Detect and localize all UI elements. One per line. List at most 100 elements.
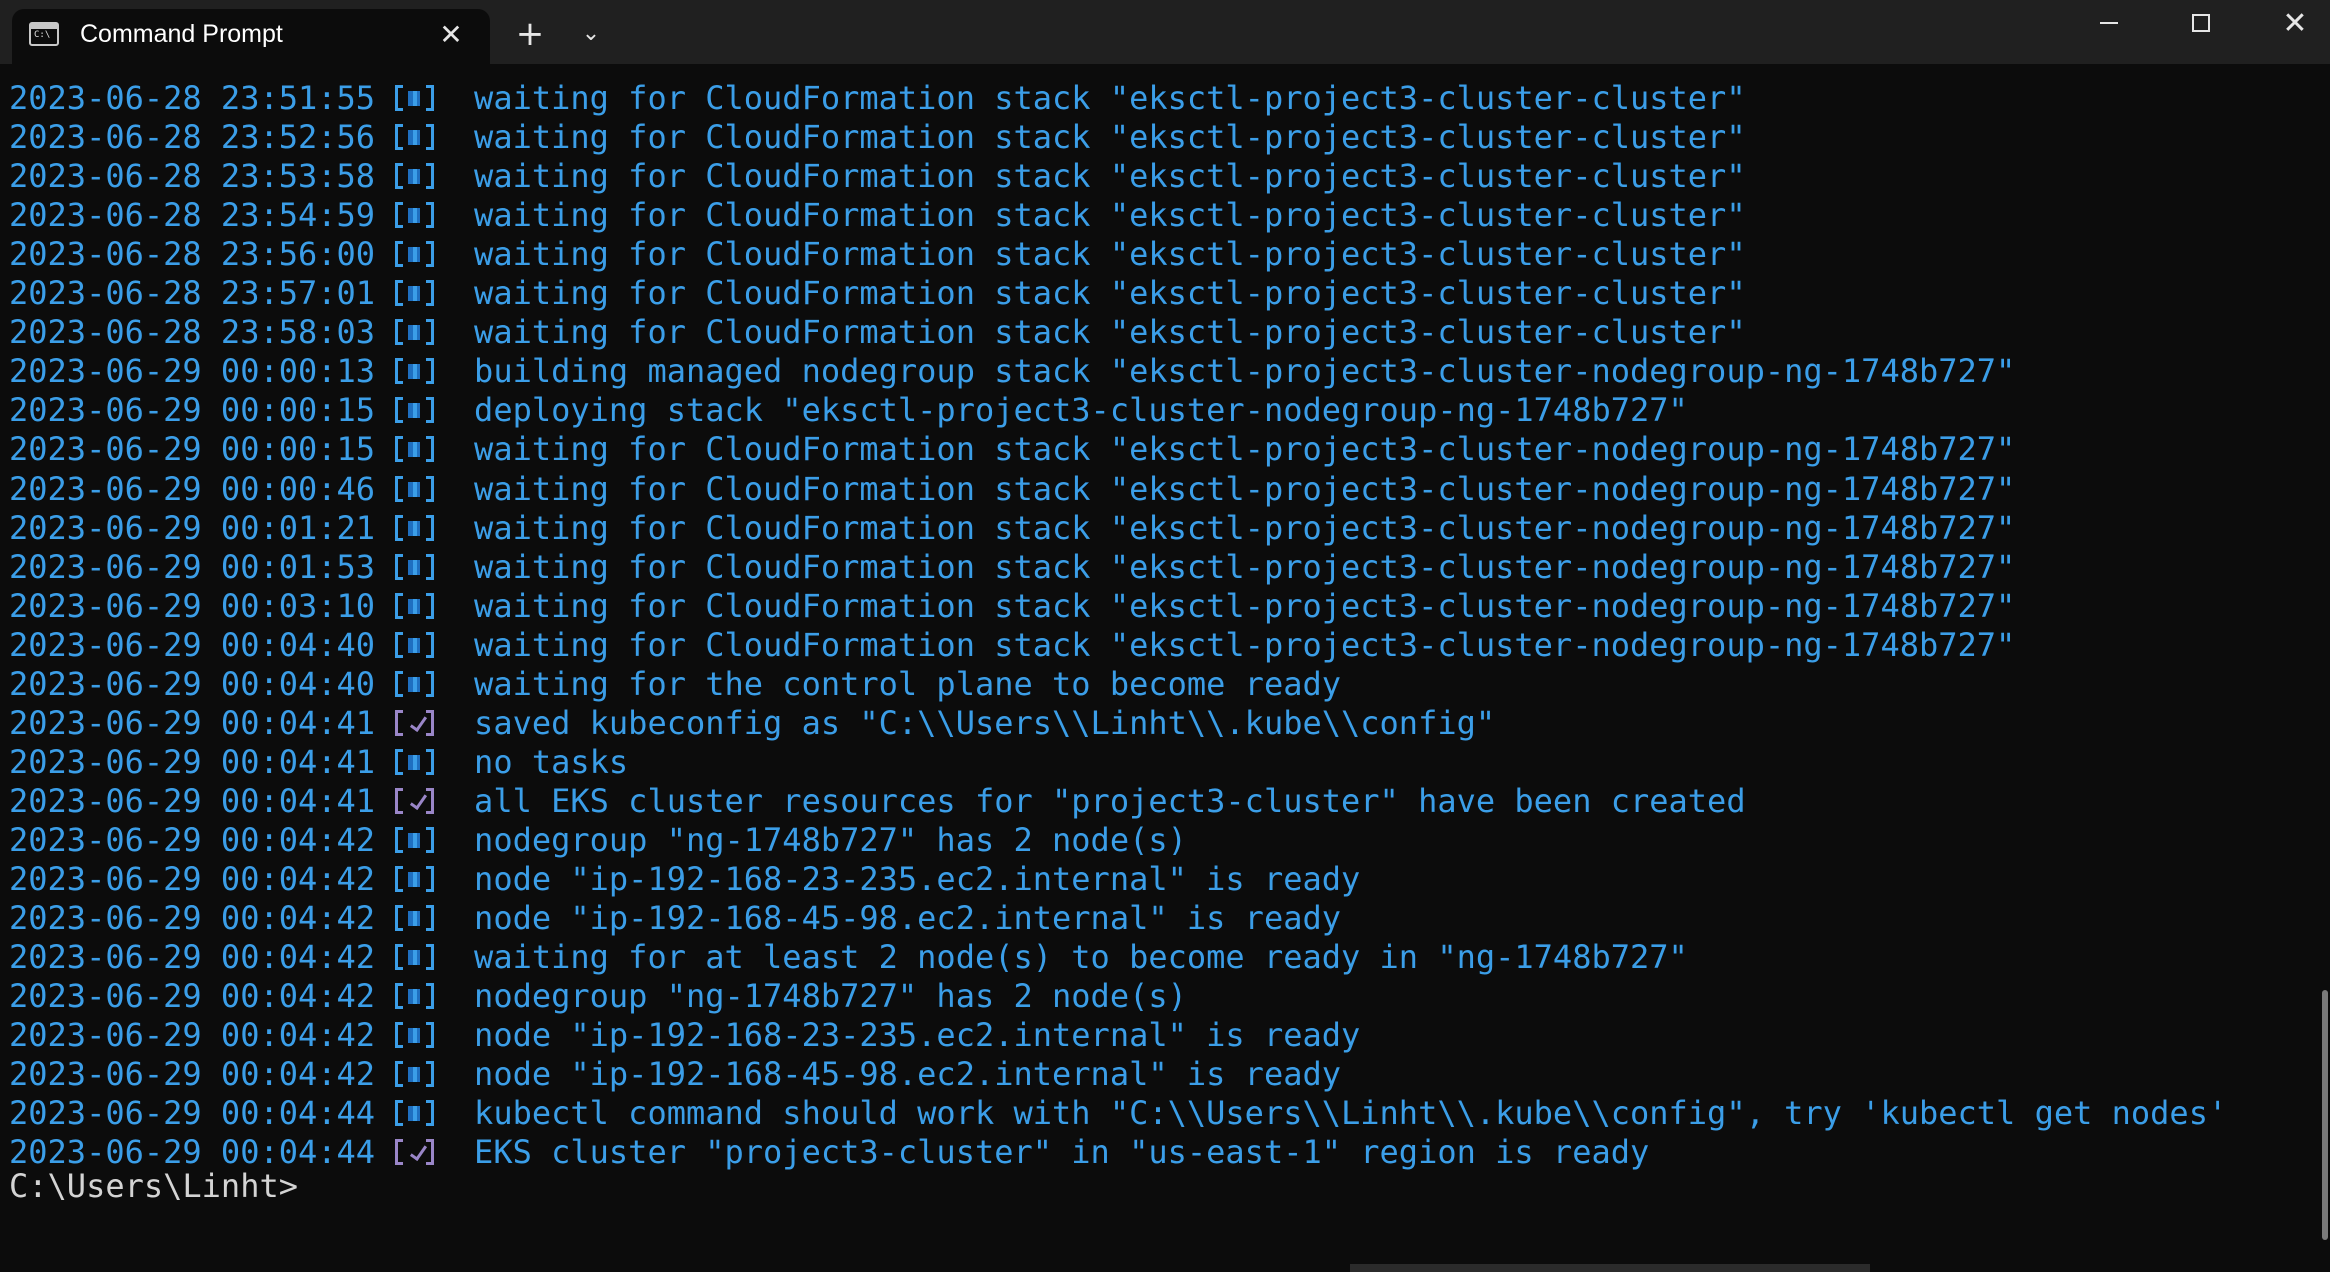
log-line: 2023-06-28 23:53:58 waiting for CloudForm… — [9, 157, 1746, 196]
log-timestamp: 2023-06-29 00:04:40 — [9, 664, 376, 703]
close-tab-icon[interactable]: ✕ — [434, 18, 468, 52]
log-line: 2023-06-29 00:04:41 no tasks — [9, 743, 628, 782]
log-timestamp: 2023-06-28 23:58:03 — [9, 313, 376, 352]
log-timestamp: 2023-06-29 00:04:42 — [9, 860, 376, 898]
vertical-scrollbar[interactable] — [2322, 990, 2328, 1240]
maximize-button[interactable] — [2176, 0, 2228, 48]
info-icon — [393, 981, 436, 1011]
log-line: 2023-06-29 00:04:42 node "ip-192-168-45-9… — [9, 899, 1341, 938]
log-timestamp: 2023-06-29 00:04:42 — [9, 938, 376, 977]
log-timestamp: 2023-06-29 00:00:15 — [9, 430, 376, 469]
log-message: waiting for CloudFormation stack "eksctl… — [474, 313, 1746, 352]
log-line: 2023-06-29 00:04:40 waiting for CloudForm… — [9, 626, 2015, 665]
terminal-output[interactable]: 2023-06-28 23:51:55 waiting for CloudForm… — [0, 64, 2322, 1268]
log-message: waiting for CloudFormation stack "eksctl… — [474, 118, 1746, 157]
log-timestamp: 2023-06-29 00:04:40 — [9, 625, 376, 664]
info-icon — [393, 630, 436, 660]
info-icon — [393, 903, 436, 933]
log-timestamp: 2023-06-29 00:03:10 — [9, 586, 376, 625]
log-line: 2023-06-29 00:04:42 node "ip-192-168-23-2… — [9, 1016, 1360, 1055]
log-message: waiting for at least 2 node(s) to become… — [474, 938, 1688, 977]
info-icon — [393, 161, 436, 191]
log-line: 2023-06-29 00:04:42 nodegroup "ng-1748b72… — [9, 821, 1187, 860]
info-icon — [393, 395, 436, 425]
log-timestamp: 2023-06-29 00:01:21 — [9, 508, 376, 547]
log-timestamp: 2023-06-29 00:04:42 — [9, 1055, 376, 1094]
checkmark-icon — [393, 786, 436, 816]
info-icon — [393, 278, 436, 308]
log-line: 2023-06-29 00:04:42 nodegroup "ng-1748b72… — [9, 977, 1187, 1016]
log-message: node "ip-192-168-45-98.ec2.internal" is … — [474, 899, 1341, 938]
log-timestamp: 2023-06-29 00:04:42 — [9, 977, 376, 1016]
log-timestamp: 2023-06-28 23:54:59 — [9, 196, 376, 235]
log-message: waiting for CloudFormation stack "eksctl… — [474, 157, 1746, 196]
log-timestamp: 2023-06-28 23:57:01 — [9, 274, 376, 313]
log-timestamp: 2023-06-29 00:00:46 — [9, 469, 376, 508]
new-tab-button[interactable]: + — [510, 14, 550, 54]
close-window-button[interactable]: ✕ — [2270, 0, 2320, 48]
info-icon — [393, 747, 436, 777]
log-message: waiting for CloudFormation stack "eksctl… — [474, 469, 2016, 508]
log-message: waiting for CloudFormation stack "eksctl… — [474, 235, 1746, 274]
log-timestamp: 2023-06-29 00:04:41 — [9, 703, 376, 742]
info-icon — [393, 552, 436, 582]
info-icon — [393, 434, 436, 464]
info-icon — [393, 1098, 436, 1128]
log-line: 2023-06-29 00:03:10 waiting for CloudForm… — [9, 587, 2015, 626]
terminal-icon: C:\ — [29, 22, 59, 46]
log-message: node "ip-192-168-23-235.ec2.internal" is… — [474, 1016, 1361, 1055]
log-timestamp: 2023-06-29 00:04:44 — [9, 1094, 376, 1133]
log-timestamp: 2023-06-29 00:04:42 — [9, 820, 376, 859]
background-window-strip — [1350, 1264, 1870, 1272]
info-icon — [393, 317, 436, 347]
log-timestamp: 2023-06-29 00:00:13 — [9, 352, 376, 391]
info-icon — [393, 1020, 436, 1050]
log-line: 2023-06-29 00:04:42 node "ip-192-168-45-9… — [9, 1055, 1341, 1094]
log-timestamp: 2023-06-28 23:52:56 — [9, 118, 376, 157]
minimize-button[interactable] — [2080, 0, 2138, 48]
log-message: nodegroup "ng-1748b727" has 2 node(s) — [474, 820, 1187, 859]
log-timestamp: 2023-06-29 00:01:53 — [9, 547, 376, 586]
chevron-down-icon[interactable]: ⌄ — [574, 14, 608, 54]
tab-command-prompt[interactable]: C:\ Command Prompt ✕ — [12, 9, 490, 64]
info-icon — [393, 1059, 436, 1089]
log-line: 2023-06-28 23:51:55 waiting for CloudForm… — [9, 79, 1746, 118]
log-line: 2023-06-28 23:56:00 waiting for CloudForm… — [9, 235, 1746, 274]
checkmark-icon — [393, 708, 436, 738]
log-line: 2023-06-28 23:52:56 waiting for CloudForm… — [9, 118, 1746, 157]
log-timestamp: 2023-06-29 00:00:15 — [9, 391, 376, 430]
info-icon — [393, 356, 436, 386]
info-icon — [393, 83, 436, 113]
log-line: 2023-06-29 00:04:42 waiting for at least … — [9, 938, 1688, 977]
log-timestamp: 2023-06-28 23:51:55 — [9, 79, 376, 117]
log-line: 2023-06-29 00:00:15 waiting for CloudForm… — [9, 430, 2015, 469]
log-line: 2023-06-29 00:04:44 kubectl command shoul… — [9, 1094, 2227, 1133]
log-timestamp: 2023-06-29 00:04:42 — [9, 1016, 376, 1055]
log-message: all EKS cluster resources for "project3-… — [474, 781, 1746, 820]
log-message: EKS cluster "project3-cluster" in "us-ea… — [474, 1133, 1650, 1172]
info-icon — [393, 122, 436, 152]
log-line: 2023-06-29 00:00:13 building managed node… — [9, 352, 2015, 391]
info-icon — [393, 239, 436, 269]
log-message: kubectl command should work with "C:\\Us… — [474, 1094, 2228, 1133]
info-icon — [393, 474, 436, 504]
info-icon — [393, 942, 436, 972]
log-message: waiting for CloudFormation stack "eksctl… — [474, 196, 1746, 235]
log-message: deploying stack "eksctl-project3-cluster… — [474, 391, 1688, 430]
log-timestamp: 2023-06-29 00:04:41 — [9, 742, 376, 781]
log-message: waiting for CloudFormation stack "eksctl… — [474, 586, 2016, 625]
log-message: waiting for CloudFormation stack "eksctl… — [474, 79, 1746, 117]
info-icon — [393, 825, 436, 855]
info-icon — [393, 200, 436, 230]
log-message: waiting for CloudFormation stack "eksctl… — [474, 625, 2016, 664]
log-message: node "ip-192-168-23-235.ec2.internal" is… — [474, 860, 1361, 898]
log-line: 2023-06-29 00:04:40 waiting for the contr… — [9, 665, 1341, 704]
command-prompt-line[interactable]: C:\Users\Linht> — [9, 1167, 298, 1206]
log-message: waiting for CloudFormation stack "eksctl… — [474, 547, 2016, 586]
log-timestamp: 2023-06-29 00:04:41 — [9, 781, 376, 820]
log-message: saved kubeconfig as "C:\\Users\\Linht\\.… — [474, 703, 1496, 742]
log-line: 2023-06-29 00:00:46 waiting for CloudForm… — [9, 470, 2015, 509]
log-message: waiting for the control plane to become … — [474, 664, 1341, 703]
log-timestamp: 2023-06-28 23:56:00 — [9, 235, 376, 274]
log-timestamp: 2023-06-28 23:53:58 — [9, 157, 376, 196]
